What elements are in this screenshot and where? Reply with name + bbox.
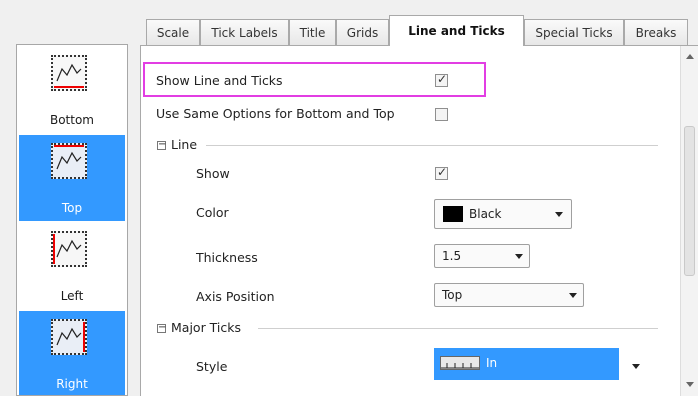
chevron-down-icon[interactable]: [632, 364, 640, 369]
use-same-options-label: Use Same Options for Bottom and Top: [156, 106, 395, 121]
axis-item-label: Right: [56, 377, 88, 391]
use-same-options-checkbox[interactable]: [435, 108, 448, 121]
highlight-box: [143, 62, 486, 97]
axis-item-label: Left: [60, 289, 84, 303]
axis-item-right[interactable]: Right: [19, 311, 125, 395]
tab-label: Tick Labels: [211, 26, 278, 40]
tab-label: Breaks: [635, 26, 677, 40]
line-color-dropdown[interactable]: Black: [434, 199, 572, 229]
axis-position-label: Axis Position: [196, 289, 275, 304]
collapse-major-ticks-icon[interactable]: −: [157, 323, 166, 333]
axis-top-icon: [51, 143, 87, 179]
line-show-label: Show: [196, 166, 230, 181]
tab-tick-labels[interactable]: Tick Labels: [200, 19, 289, 45]
axis-list[interactable]: Bottom Top Left Right: [16, 44, 128, 396]
line-show-checkbox[interactable]: ✓: [435, 165, 448, 180]
scrollbar-thumb[interactable]: [684, 126, 695, 276]
thickness-value: 1.5: [442, 249, 462, 263]
checkmark-icon: ✓: [437, 165, 448, 179]
line-thickness-label: Thickness: [196, 250, 258, 265]
axis-item-left[interactable]: Left: [19, 223, 125, 309]
tab-line-and-ticks[interactable]: Line and Ticks: [389, 15, 524, 46]
tab-breaks[interactable]: Breaks: [624, 19, 688, 45]
axis-item-top[interactable]: Top: [19, 135, 125, 221]
tick-style-value: In: [486, 356, 498, 370]
chevron-down-icon: [569, 293, 577, 298]
axis-right-icon: [51, 319, 87, 355]
line-thickness-dropdown[interactable]: 1.5: [434, 244, 530, 268]
scroll-down-icon[interactable]: [686, 382, 694, 387]
axis-item-label: Bottom: [49, 113, 94, 127]
tab-label: Title: [299, 26, 326, 40]
chevron-down-icon: [515, 254, 523, 259]
major-ticks-group-title: Major Ticks: [171, 320, 242, 335]
tab-scale[interactable]: Scale: [146, 19, 200, 45]
axis-bottom-icon: [51, 55, 87, 91]
properties-panel: [140, 46, 681, 396]
axis-item-bottom[interactable]: Bottom: [19, 47, 125, 133]
tick-in-icon: [440, 356, 480, 370]
tab-label: Grids: [346, 26, 379, 40]
tab-title[interactable]: Title: [289, 19, 336, 45]
tab-label: Special Ticks: [535, 26, 613, 40]
tab-label: Line and Ticks: [408, 24, 505, 38]
line-group-title: Line: [171, 137, 198, 152]
tab-label: Scale: [156, 26, 190, 40]
tab-grids[interactable]: Grids: [336, 19, 389, 45]
axis-position-dropdown[interactable]: Top: [434, 283, 584, 307]
line-color-label: Color: [196, 205, 229, 220]
axis-left-icon: [51, 231, 87, 267]
panel-scrollbar[interactable]: [680, 46, 698, 396]
color-swatch: [443, 206, 463, 222]
tick-style-dropdown[interactable]: In: [434, 348, 652, 380]
color-value: Black: [469, 207, 502, 221]
collapse-line-icon[interactable]: −: [157, 140, 166, 150]
major-ticks-divider: [258, 328, 658, 329]
axis-position-value: Top: [442, 288, 463, 302]
scroll-up-icon[interactable]: [686, 54, 694, 59]
tick-style-label: Style: [196, 359, 228, 374]
tab-special-ticks[interactable]: Special Ticks: [524, 19, 624, 45]
line-group-divider: [206, 145, 658, 146]
axis-item-label: Top: [61, 201, 83, 215]
chevron-down-icon: [555, 212, 563, 217]
